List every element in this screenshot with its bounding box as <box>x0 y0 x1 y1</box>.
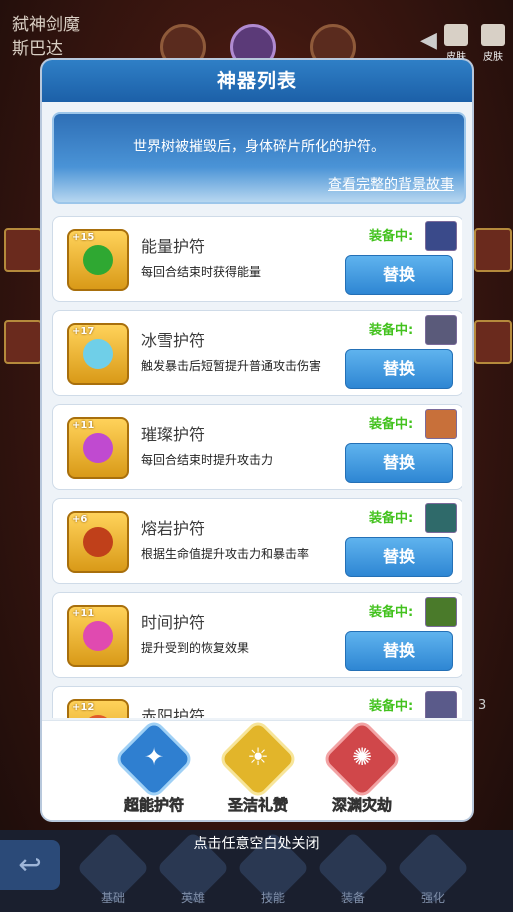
hero-name: 弑神剑魔 <box>12 15 80 35</box>
amulet-name: 熔岩护符 <box>141 519 206 538</box>
side-slot[interactable] <box>4 320 42 364</box>
amulet-level: +11 <box>72 420 95 431</box>
skin-icon <box>444 24 468 46</box>
amulet-level: +12 <box>72 702 95 713</box>
equipped-label: 装备中: <box>369 229 414 244</box>
amulet-row-time: +11 时间护符 提升受到的恢复效果 装备中: 替换 <box>52 592 462 678</box>
tab-psionic-amulet[interactable]: ✦ 超能护符 <box>106 722 202 819</box>
tab-label: 圣洁礼赞 <box>227 796 289 815</box>
equipped-hero-avatar <box>425 409 457 439</box>
tab-abyss-calamity[interactable]: ✺ 深渊灾劫 <box>314 722 410 819</box>
gem-icon <box>83 621 113 651</box>
replace-button[interactable]: 替换 <box>345 537 453 577</box>
lore-description: 世界树被摧毁后，身体碎片所化的护符。 <box>133 139 385 155</box>
outfit-button[interactable]: 皮肤 <box>478 24 508 63</box>
amulet-description: 根据生命值提升攻击力和暴击率 <box>141 547 310 561</box>
shirt-icon <box>481 24 505 46</box>
view-full-story-link[interactable]: 查看完整的背景故事 <box>328 174 454 194</box>
gem-icon <box>83 527 113 557</box>
lava-amulet-icon[interactable]: +6 <box>67 511 129 573</box>
amulet-description: 触发暴击后短暂提升普通攻击伤害 <box>141 359 322 373</box>
replace-button[interactable]: 替换 <box>345 443 453 483</box>
artifact-list-modal: 神器列表 世界树被摧毁后，身体碎片所化的护符。 查看完整的背景故事 +15 能量… <box>42 60 472 820</box>
lore-description-box: 世界树被摧毁后，身体碎片所化的护符。 查看完整的背景故事 <box>52 112 466 204</box>
nav-label: 强化 <box>420 891 445 905</box>
equipped-hero-avatar <box>425 221 457 251</box>
tab-label: 超能护符 <box>123 796 185 815</box>
nav-label: 装备 <box>340 891 365 905</box>
hero-title: 斯巴达 <box>12 39 63 59</box>
amulet-name: 赤阳护符 <box>141 707 206 718</box>
replace-button[interactable]: 替换 <box>345 349 453 389</box>
amulet-name: 能量护符 <box>141 237 206 256</box>
equipped-hero-avatar <box>425 315 457 345</box>
amulet-level: +6 <box>72 514 88 525</box>
equipped-label: 装备中: <box>369 605 414 620</box>
equipped-label: 装备中: <box>369 511 414 526</box>
tab-holy-praise[interactable]: ☀ 圣洁礼赞 <box>210 722 306 819</box>
side-slot[interactable] <box>474 320 512 364</box>
skin-button[interactable]: 皮肤 <box>441 24 471 63</box>
time-amulet-icon[interactable]: +11 <box>67 605 129 667</box>
amulet-category-tabs: ✦ 超能护符 ☀ 圣洁礼赞 ✺ 深渊灾劫 <box>42 720 472 820</box>
equipped-label: 装备中: <box>369 323 414 338</box>
close-hint[interactable]: 点击任意空白处关闭 <box>0 833 513 853</box>
amulet-row-brilliant: +11 璀璨护符 每回合结束时提升攻击力 装备中: 替换 <box>52 404 462 490</box>
amulet-description: 每回合结束时提升攻击力 <box>141 453 274 467</box>
outfit-button-label: 皮肤 <box>483 52 503 63</box>
nav-label: 技能 <box>260 891 285 905</box>
side-number: 3 <box>478 698 487 713</box>
prev-arrow-icon[interactable]: ◀ <box>420 28 437 53</box>
equipped-hero-avatar <box>425 597 457 627</box>
equipped-label: 装备中: <box>369 417 414 432</box>
side-slot[interactable] <box>4 228 42 272</box>
snowflake-icon: ✦ <box>143 743 165 771</box>
replace-button[interactable]: 替换 <box>345 631 453 671</box>
amulet-name: 时间护符 <box>141 613 206 632</box>
modal-title: 神器列表 <box>42 60 472 102</box>
amulet-level: +15 <box>72 232 95 243</box>
background-header: 弑神剑魔 斯巴达 ◀ 皮肤 皮肤 <box>0 0 513 70</box>
nav-label: 英雄 <box>180 891 205 905</box>
sun-amulet-icon[interactable]: +12 <box>67 699 129 718</box>
amulet-name: 冰雪护符 <box>141 331 206 350</box>
amulet-level: +11 <box>72 608 95 619</box>
gem-icon <box>83 339 113 369</box>
amulet-row-ice: +17 冰雪护符 触发暴击后短暂提升普通攻击伤害 装备中: 替换 <box>52 310 462 396</box>
gem-icon <box>83 245 113 275</box>
nav-label: 基础 <box>100 891 125 905</box>
brilliant-amulet-icon[interactable]: +11 <box>67 417 129 479</box>
amulet-level: +17 <box>72 326 95 337</box>
abyss-icon: ✺ <box>351 743 373 771</box>
gem-icon <box>83 715 113 718</box>
gem-icon <box>83 433 113 463</box>
equipped-label: 装备中: <box>369 699 414 714</box>
energy-amulet-icon[interactable]: +15 <box>67 229 129 291</box>
tab-label: 深渊灾劫 <box>331 796 393 815</box>
amulet-description: 提升受到的恢复效果 <box>141 641 250 655</box>
equipped-hero-avatar <box>425 691 457 718</box>
replace-button[interactable]: 替换 <box>345 255 453 295</box>
amulet-list[interactable]: +15 能量护符 每回合结束时获得能量 装备中: 替换 +17 冰雪护符 触发暴… <box>52 216 462 718</box>
equipped-hero-avatar <box>425 503 457 533</box>
ice-amulet-icon[interactable]: +17 <box>67 323 129 385</box>
side-slot[interactable] <box>474 228 512 272</box>
amulet-description: 每回合结束时获得能量 <box>141 265 262 279</box>
amulet-row-sun: +12 赤阳护符 装备中: <box>52 686 462 718</box>
sun-icon: ☀ <box>247 743 269 771</box>
amulet-row-lava: +6 熔岩护符 根据生命值提升攻击力和暴击率 装备中: 替换 <box>52 498 462 584</box>
amulet-row-energy: +15 能量护符 每回合结束时获得能量 装备中: 替换 <box>52 216 462 302</box>
amulet-name: 璀璨护符 <box>141 425 206 444</box>
